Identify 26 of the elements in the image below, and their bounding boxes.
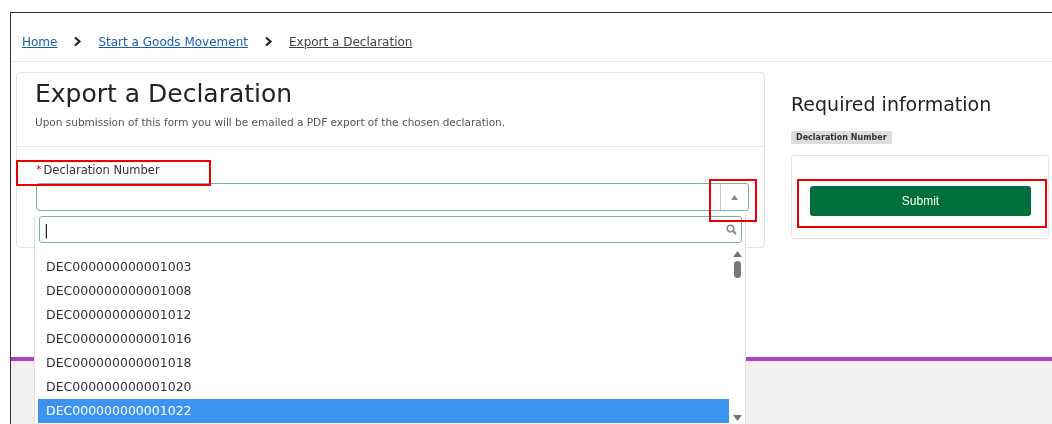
scrollbar-thumb[interactable] — [733, 261, 741, 278]
dropdown-option[interactable]: DEC000000000001020 — [38, 375, 729, 399]
dropdown-option[interactable]: DEC000000000001016 — [38, 327, 729, 351]
required-mark: * — [36, 163, 42, 176]
search-field[interactable]: | — [39, 216, 742, 243]
chevron-icon — [73, 36, 83, 47]
form-description: Upon submission of this form you will be emailed a PDF export of the chosen declaration. — [35, 116, 507, 128]
form-title: Export a Declaration — [35, 79, 294, 108]
select-field[interactable] — [36, 183, 749, 211]
scroll-down-icon[interactable] — [732, 415, 742, 421]
tag: Declaration Number — [791, 131, 892, 144]
breadcrumb-link[interactable]: Export a Declaration — [288, 34, 413, 49]
scroll-up-icon[interactable] — [732, 251, 742, 257]
submit-button[interactable]: Submit — [810, 186, 1031, 216]
search-icon — [726, 224, 737, 235]
dropdown-option[interactable]: DEC000000000001003 — [38, 255, 729, 279]
chevron-icon — [263, 36, 273, 47]
sidebar-title: Required information — [791, 93, 993, 115]
dropdown-option[interactable]: DEC000000000001018 — [38, 351, 729, 375]
breadcrumb-link[interactable]: Home — [22, 34, 58, 49]
field-label: Declaration Number — [43, 163, 160, 177]
highlight-frame — [709, 179, 757, 222]
dropdown-option[interactable]: DEC000000000001012 — [38, 303, 729, 327]
caret-icon — [731, 194, 738, 200]
breadcrumb-link[interactable]: Start a Goods Movement — [98, 34, 248, 49]
dropdown-option[interactable]: DEC000000000001008 — [38, 279, 729, 303]
